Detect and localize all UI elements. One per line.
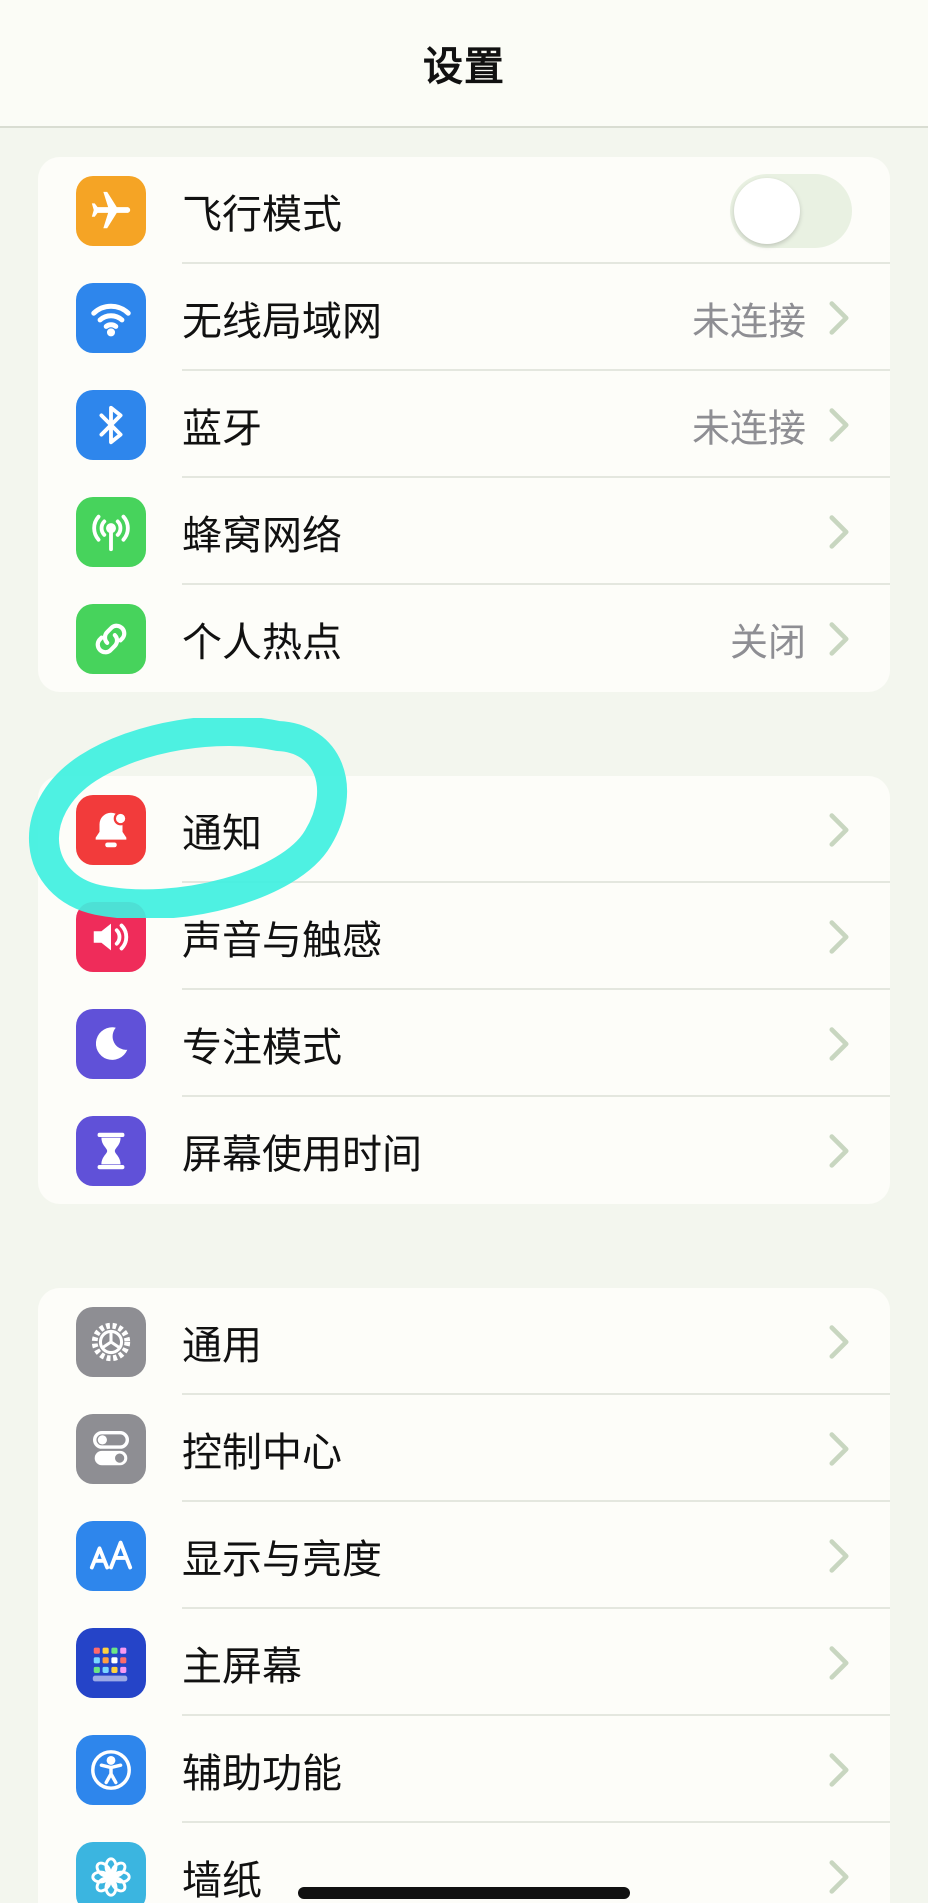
chevron-right-icon (829, 300, 849, 335)
antenna-icon (76, 497, 146, 567)
speaker-icon (76, 902, 146, 972)
bell-icon (76, 795, 146, 865)
text-size-icon (76, 1521, 146, 1591)
settings-row-sounds-haptics[interactable]: 声音与触感 (38, 883, 890, 990)
general-group: 通用 控制中心 显示与亮度 主屏幕 辅助功能 墙纸 (38, 1288, 890, 1903)
row-value: 未连接 (691, 299, 806, 343)
settings-row-control-center[interactable]: 控制中心 (38, 1395, 890, 1502)
app-grid-icon (76, 1628, 146, 1698)
notifications-group: 通知 声音与触感 专注模式 屏幕使用时间 (38, 776, 890, 1204)
chevron-right-icon (829, 1324, 849, 1359)
moon-icon (76, 1009, 146, 1079)
row-label: 蓝牙 (182, 405, 262, 452)
row-label: 飞行模式 (182, 191, 342, 238)
connectivity-group: 飞行模式 无线局域网 未连接 蓝牙 未连接 蜂窝网络 个人热点 关闭 (38, 157, 890, 692)
airplane-mode-toggle[interactable] (730, 173, 852, 248)
chevron-right-icon (829, 1133, 849, 1168)
row-label: 墙纸 (182, 1857, 262, 1903)
chevron-right-icon (829, 514, 849, 549)
row-label: 个人热点 (182, 619, 342, 666)
navigation-bar: 设置 (0, 0, 928, 128)
settings-row-bluetooth[interactable]: 蓝牙 未连接 (38, 371, 890, 478)
row-label: 控制中心 (182, 1429, 342, 1476)
settings-row-airplane-mode[interactable]: 飞行模式 (38, 157, 890, 264)
settings-row-personal-hotspot[interactable]: 个人热点 关闭 (38, 585, 890, 692)
accessibility-icon (76, 1735, 146, 1805)
row-label: 通知 (182, 810, 262, 857)
chevron-right-icon (829, 1431, 849, 1466)
settings-row-screen-time[interactable]: 屏幕使用时间 (38, 1097, 890, 1204)
chevron-right-icon (829, 1859, 849, 1894)
link-chain-icon (76, 604, 146, 674)
switches-icon (76, 1414, 146, 1484)
airplane-icon (76, 176, 146, 246)
chevron-right-icon (829, 1538, 849, 1573)
chevron-right-icon (829, 621, 849, 656)
row-label: 无线局域网 (182, 298, 382, 345)
home-indicator[interactable] (298, 1887, 630, 1899)
settings-row-cellular[interactable]: 蜂窝网络 (38, 478, 890, 585)
row-label: 屏幕使用时间 (182, 1131, 422, 1178)
settings-row-home-screen[interactable]: 主屏幕 (38, 1609, 890, 1716)
row-label: 显示与亮度 (182, 1536, 382, 1583)
row-label: 声音与触感 (182, 917, 382, 964)
flower-icon (76, 1842, 146, 1903)
settings-row-accessibility[interactable]: 辅助功能 (38, 1716, 890, 1823)
chevron-right-icon (829, 1645, 849, 1680)
row-label: 主屏幕 (182, 1643, 302, 1690)
row-label: 蜂窝网络 (182, 512, 342, 559)
row-value: 未连接 (691, 406, 806, 450)
hourglass-icon (76, 1116, 146, 1186)
settings-row-focus[interactable]: 专注模式 (38, 990, 890, 1097)
row-label: 通用 (182, 1322, 262, 1369)
bluetooth-icon (76, 390, 146, 460)
settings-row-display-brightness[interactable]: 显示与亮度 (38, 1502, 890, 1609)
wifi-icon (76, 283, 146, 353)
gear-icon (76, 1307, 146, 1377)
settings-row-general[interactable]: 通用 (38, 1288, 890, 1395)
chevron-right-icon (829, 407, 849, 442)
row-value: 关闭 (729, 620, 806, 664)
toggle-knob (734, 177, 800, 244)
row-label: 专注模式 (182, 1024, 342, 1071)
chevron-right-icon (829, 812, 849, 847)
chevron-right-icon (829, 1026, 849, 1061)
settings-row-wifi[interactable]: 无线局域网 未连接 (38, 264, 890, 371)
settings-row-notifications[interactable]: 通知 (38, 776, 890, 883)
chevron-right-icon (829, 1752, 849, 1787)
page-title: 设置 (423, 44, 505, 90)
row-label: 辅助功能 (182, 1750, 342, 1797)
chevron-right-icon (829, 919, 849, 954)
